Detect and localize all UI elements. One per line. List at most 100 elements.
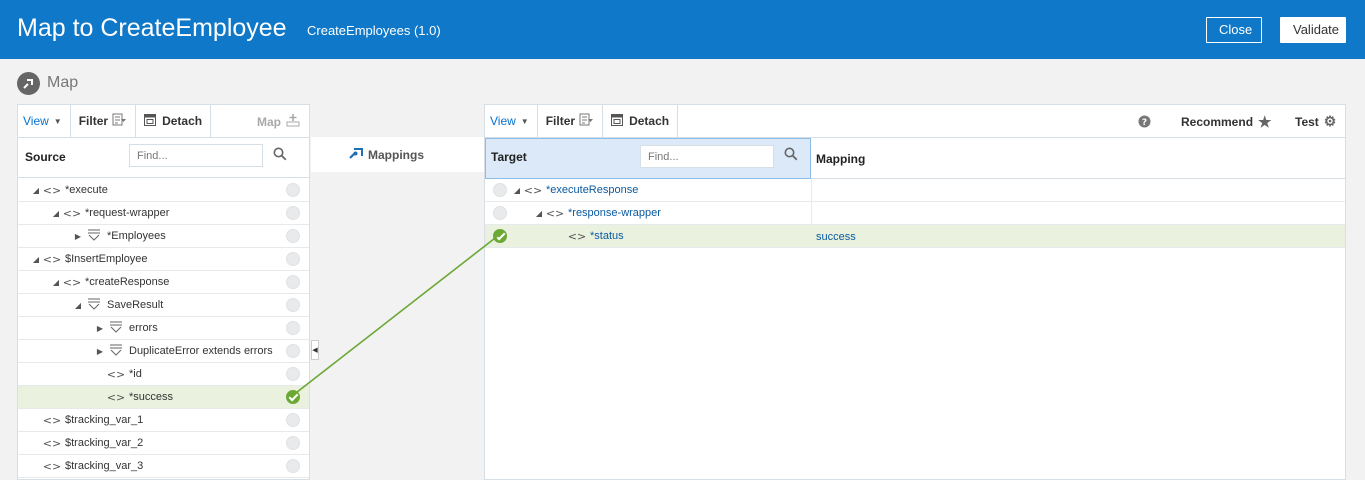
source-row-insert-employee[interactable]: ◢ <> $InsertEmployee [18, 248, 309, 271]
collapse-left-icon[interactable]: ◀ [311, 340, 319, 360]
detach-icon [144, 113, 157, 129]
source-find-input[interactable] [129, 144, 263, 167]
target-row-execute-response[interactable]: ◢ <> *executeResponse [485, 179, 1345, 202]
mapping-status-dot [286, 321, 300, 335]
filter-icon [579, 113, 594, 129]
mappings-header: Mappings [311, 137, 484, 172]
close-button[interactable]: Close [1206, 17, 1262, 43]
collapsed-triangle-icon[interactable]: ▶ [94, 324, 106, 333]
source-node-label: $tracking_var_1 [65, 414, 144, 426]
target-view-menu[interactable]: View ▼ [485, 105, 538, 138]
dialog-header: Map to CreateEmployee CreateEmployees (1… [0, 0, 1365, 59]
mapping-status-dot [286, 206, 300, 220]
source-row-errors[interactable]: ▶ errors [18, 317, 309, 340]
mapping-status-dot [286, 436, 300, 450]
source-node-label: $tracking_var_3 [65, 460, 144, 472]
source-node-label: *request-wrapper [85, 207, 170, 219]
source-row-id[interactable]: <> *id [18, 363, 309, 386]
source-row-employees[interactable]: ▶ *Employees [18, 225, 309, 248]
mapped-check-icon[interactable] [493, 229, 507, 243]
source-node-label: errors [129, 322, 158, 334]
element-code-icon: <> [42, 459, 62, 473]
page-title: Map to CreateEmployee [17, 14, 287, 42]
target-node-label: *status [590, 230, 624, 242]
star-icon: ★ [1258, 113, 1272, 131]
mapping-header-label: Mapping [816, 152, 866, 166]
source-map-button[interactable]: Map [257, 105, 300, 138]
expanded-triangle-icon[interactable]: ◢ [50, 209, 62, 218]
mapping-status-dot [493, 206, 507, 220]
mapping-status-dot [286, 459, 300, 473]
validate-button[interactable]: Validate [1280, 17, 1346, 43]
expanded-triangle-icon[interactable]: ◢ [50, 278, 62, 287]
source-row-tracking-var-2[interactable]: <> $tracking_var_2 [18, 432, 309, 455]
test-button[interactable]: Test ⚙ [1295, 105, 1336, 138]
filter-label: Filter [78, 114, 109, 128]
mapping-column-header: Mapping [811, 138, 1345, 179]
source-node-label: *execute [65, 184, 108, 196]
mapping-cell[interactable] [811, 179, 1345, 202]
view-label: View [23, 114, 49, 128]
help-icon[interactable]: ? [1138, 105, 1151, 138]
view-label: View [490, 114, 516, 128]
source-row-request-wrapper[interactable]: ◢ <> *request-wrapper [18, 202, 309, 225]
expanded-triangle-icon[interactable]: ◢ [72, 301, 84, 310]
target-node-label: *executeResponse [546, 184, 639, 196]
collapsed-triangle-icon[interactable]: ▶ [72, 232, 84, 241]
target-row-status[interactable]: <> *status success [485, 225, 1345, 248]
mapping-cell[interactable]: success [811, 225, 1345, 248]
source-row-duplicate-error[interactable]: ▶ DuplicateError extends errors [18, 340, 309, 363]
source-node-label: *createResponse [85, 276, 170, 288]
source-row-save-result[interactable]: ◢ SaveResult [18, 294, 309, 317]
search-icon[interactable] [784, 147, 800, 163]
target-tree: ◢ <> *executeResponse ◢ <> *response-wra… [485, 179, 1345, 248]
expanded-triangle-icon[interactable]: ◢ [511, 186, 523, 195]
source-tree: ◢ <> *execute ◢ <> *request-wrapper ▶ *E… [18, 179, 309, 478]
mappings-label: Mappings [368, 147, 424, 162]
map-label: Map [47, 74, 79, 91]
repeating-element-icon [84, 298, 104, 313]
target-find-input[interactable] [640, 145, 774, 168]
element-code-icon: <> [42, 183, 62, 197]
element-code-icon: <> [62, 206, 82, 220]
recommend-label: Recommend [1181, 114, 1254, 129]
mapper-icon [17, 71, 40, 95]
mapping-status-dot [286, 229, 300, 243]
mapping-status-dot [286, 183, 300, 197]
mapping-status-dot [286, 298, 300, 312]
collapsed-triangle-icon[interactable]: ▶ [94, 347, 106, 356]
search-icon[interactable] [273, 147, 289, 163]
source-view-menu[interactable]: View ▼ [18, 105, 71, 138]
source-column-header: Source [18, 138, 309, 178]
source-row-tracking-var-1[interactable]: <> $tracking_var_1 [18, 409, 309, 432]
source-row-tracking-var-3[interactable]: <> $tracking_var_3 [18, 455, 309, 478]
expanded-triangle-icon[interactable]: ◢ [30, 186, 42, 195]
mapping-cell[interactable] [811, 202, 1345, 225]
element-code-icon: <> [62, 275, 82, 289]
expanded-triangle-icon[interactable]: ◢ [533, 209, 545, 218]
element-code-icon: <> [106, 367, 126, 381]
source-node-label: DuplicateError extends errors [129, 345, 273, 357]
expanded-triangle-icon[interactable]: ◢ [30, 255, 42, 264]
mapping-status-dot [286, 367, 300, 381]
map-section-label: Map [17, 71, 78, 95]
target-row-response-wrapper[interactable]: ◢ <> *response-wrapper [485, 202, 1345, 225]
source-filter-button[interactable]: Filter [71, 105, 137, 138]
target-toolbar: View ▼ Filter Detach ? Recommend ★ Test … [485, 105, 1345, 138]
target-detach-button[interactable]: Detach [603, 105, 679, 138]
source-detach-button[interactable]: Detach [136, 105, 212, 138]
recommend-button[interactable]: Recommend ★ [1181, 105, 1271, 138]
mapped-check-icon[interactable] [286, 390, 300, 404]
source-row-create-response[interactable]: ◢ <> *createResponse [18, 271, 309, 294]
source-row-execute[interactable]: ◢ <> *execute [18, 179, 309, 202]
chevron-down-icon: ▼ [53, 116, 62, 126]
repeating-element-icon [106, 344, 126, 359]
source-row-success[interactable]: <> *success [18, 386, 309, 409]
source-header-label: Source [25, 150, 66, 164]
mapping-status-dot [493, 183, 507, 197]
target-filter-button[interactable]: Filter [538, 105, 604, 138]
element-code-icon: <> [42, 413, 62, 427]
gear-icon: ⚙ [1323, 113, 1337, 129]
target-panel: View ▼ Filter Detach ? Recommend ★ Test … [484, 104, 1346, 480]
target-column-header: Target [485, 138, 811, 179]
